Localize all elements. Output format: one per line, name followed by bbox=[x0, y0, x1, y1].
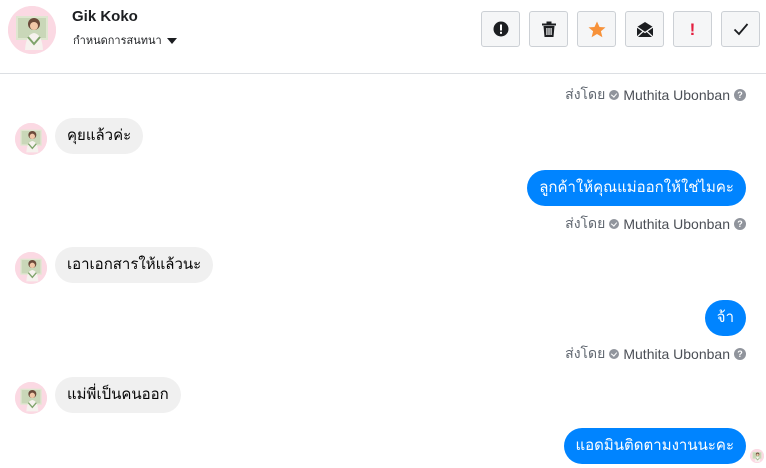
mark-spam-button[interactable] bbox=[481, 11, 520, 47]
sent-by-label: ส่งโดย bbox=[565, 86, 606, 102]
trash-icon bbox=[541, 21, 557, 38]
sent-by-label: ส่งโดย bbox=[565, 215, 606, 231]
incoming-message-bubble[interactable]: คุยแล้วค่ะ bbox=[55, 118, 144, 154]
agent-name: Muthita Ubonban bbox=[623, 87, 730, 103]
help-icon[interactable]: ? bbox=[734, 218, 746, 230]
exclamation-circle-icon bbox=[493, 21, 509, 37]
agent-badge-icon bbox=[609, 90, 620, 100]
mark-done-button[interactable] bbox=[721, 11, 760, 47]
contact-avatar[interactable] bbox=[8, 6, 56, 54]
contact-name[interactable]: Gik Koko bbox=[72, 8, 138, 25]
star-button[interactable] bbox=[577, 11, 616, 47]
incoming-message-bubble[interactable]: เอาเอกสารให้แล้วนะ bbox=[55, 247, 214, 283]
star-icon bbox=[588, 21, 606, 38]
agent-badge-icon bbox=[609, 349, 620, 359]
conversation-header: Gik Koko กำหนดการสนทนา ! bbox=[0, 0, 766, 74]
help-icon[interactable]: ? bbox=[734, 348, 746, 360]
agent-name: Muthita Ubonban bbox=[623, 216, 730, 232]
envelope-icon bbox=[636, 21, 654, 38]
contact-avatar-small bbox=[15, 382, 47, 414]
outgoing-message-bubble[interactable]: แอดมินติดตามงานนะคะ bbox=[563, 428, 746, 464]
conversation-settings-label: กำหนดการสนทนา bbox=[73, 35, 162, 47]
sent-by-line: ส่งโดย Muthita Ubonban ? bbox=[565, 343, 746, 365]
agent-badge-icon bbox=[609, 219, 620, 229]
mark-unread-button[interactable] bbox=[625, 11, 664, 47]
sent-by-line: ส่งโดย Muthita Ubonban ? bbox=[565, 84, 746, 106]
sent-by-line: ส่งโดย Muthita Ubonban ? bbox=[565, 213, 746, 235]
help-icon[interactable]: ? bbox=[734, 89, 746, 101]
follow-up-button[interactable]: ! bbox=[673, 11, 712, 47]
agent-name: Muthita Ubonban bbox=[623, 346, 730, 362]
checkmark-icon bbox=[733, 22, 749, 36]
conversation-settings-dropdown[interactable]: กำหนดการสนทนา bbox=[73, 31, 177, 49]
caret-down-icon bbox=[166, 37, 177, 44]
contact-avatar-small bbox=[15, 252, 47, 284]
outgoing-message-bubble[interactable]: ลูกค้าให้คุณแม่ออกให้ใช่ไมคะ bbox=[527, 170, 746, 206]
red-exclamation-icon: ! bbox=[689, 19, 696, 39]
contact-avatar-small bbox=[15, 123, 47, 155]
incoming-message-bubble[interactable]: แม่พี่เป็นคนออก bbox=[55, 377, 181, 413]
outgoing-message-bubble[interactable]: จ้า bbox=[704, 300, 746, 336]
seen-indicator-avatar bbox=[750, 449, 764, 463]
delete-button[interactable] bbox=[529, 11, 568, 47]
sent-by-label: ส่งโดย bbox=[565, 345, 606, 361]
